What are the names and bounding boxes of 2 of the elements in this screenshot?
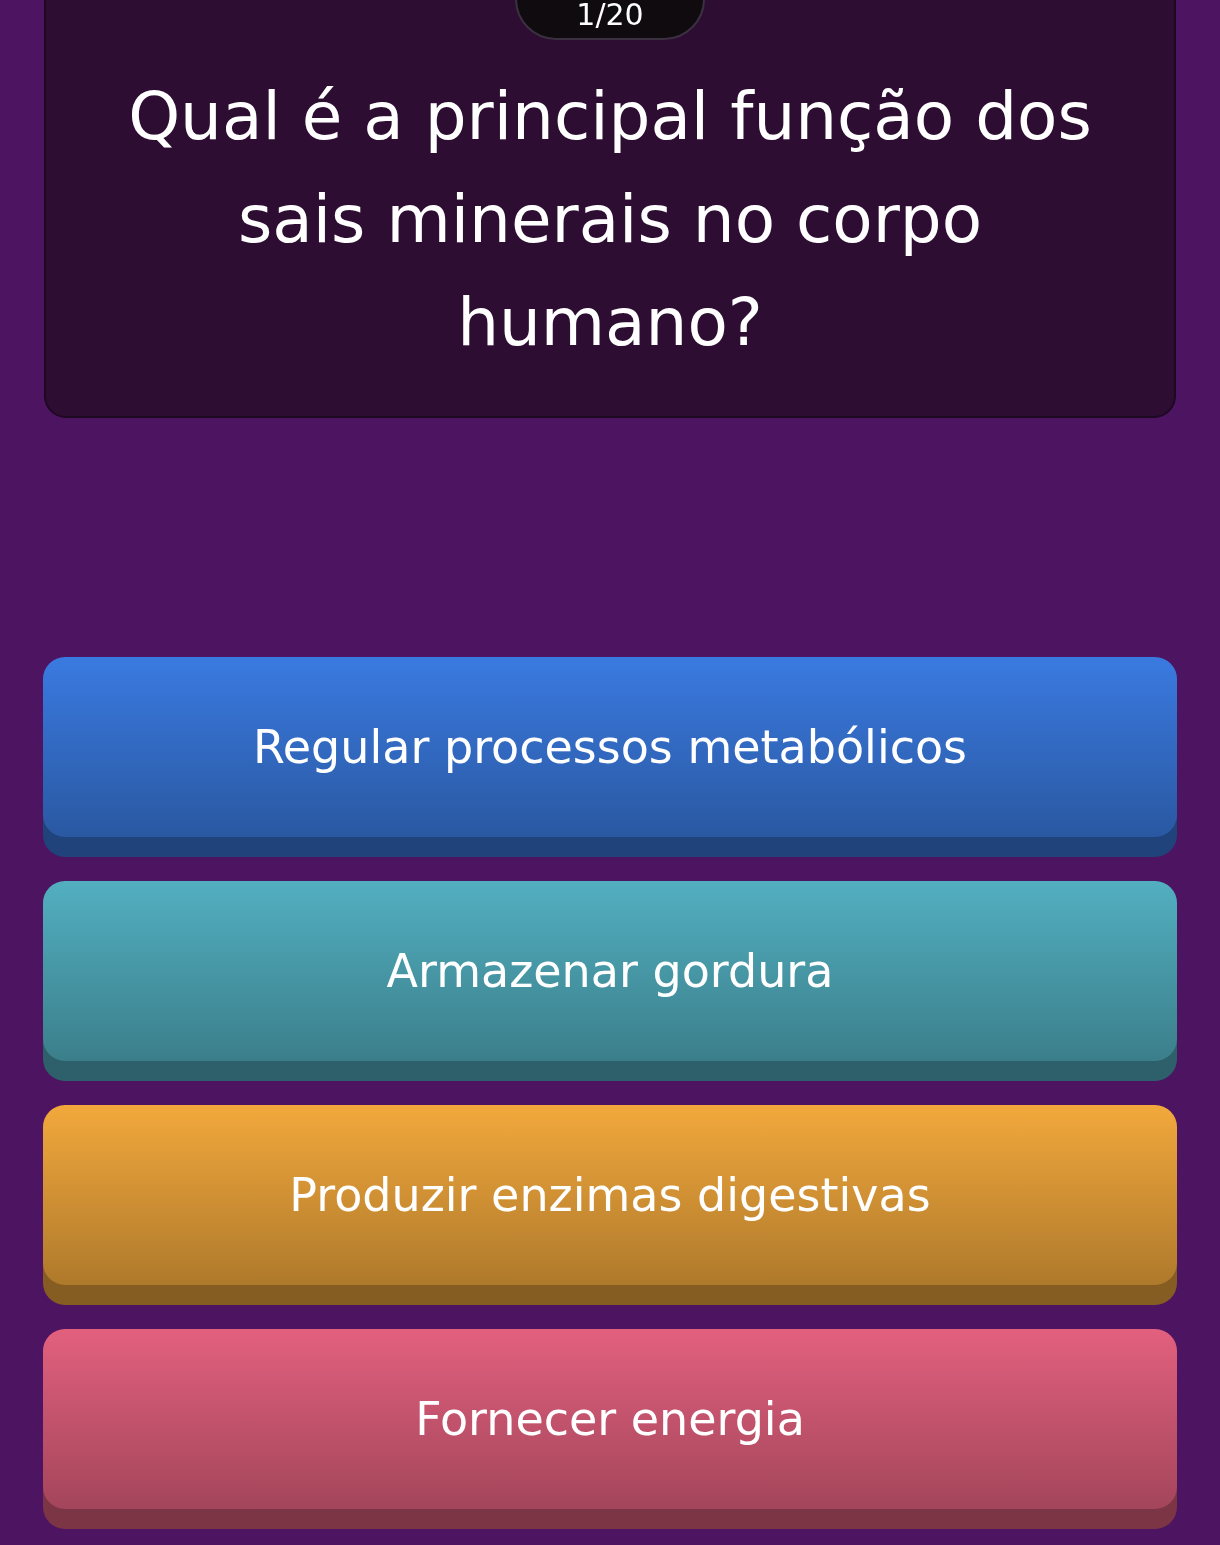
question-text: Qual é a principal função dos sais minerais no corpo humano? (127, 76, 1093, 363)
question-counter: 1/20 (515, 0, 705, 40)
